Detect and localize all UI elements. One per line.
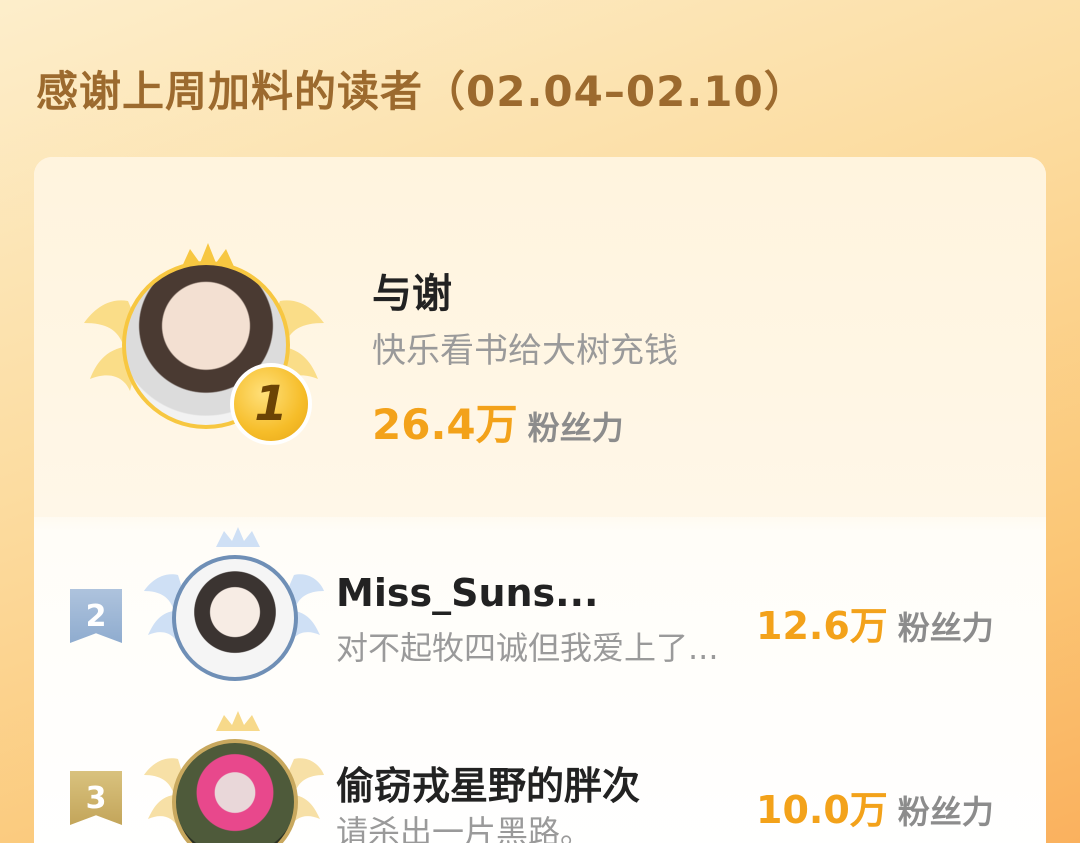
avatar-frame — [144, 711, 324, 843]
reader-row-3[interactable]: 3 偷窃戎星野的胖次 请杀出一片黑路。 10.0万 粉丝力 — [34, 711, 1046, 843]
reader-name[interactable]: Miss_Suns... — [336, 571, 598, 615]
avatar[interactable] — [172, 555, 298, 681]
silver-rank-badge-icon: 2 — [70, 589, 122, 643]
fan-power-unit: 粉丝力 — [897, 609, 994, 647]
fan-power-value: 10.0万 — [756, 788, 888, 832]
fan-power-score: 12.6万 粉丝力 — [756, 595, 994, 650]
reader-row-2[interactable]: 2 Miss_Suns... 对不起牧四诚但我爱上了... 12.6万 粉丝力 — [34, 527, 1046, 693]
bronze-rank-badge-icon: 3 — [70, 771, 122, 825]
leaderboard-panel: 1 与谢 快乐看书给大树充钱 26.4万 粉丝力 2 Miss_Suns... 对… — [34, 157, 1046, 843]
fan-power-value: 12.6万 — [756, 604, 888, 648]
fan-power-score: 10.0万 粉丝力 — [756, 779, 994, 834]
reader-name[interactable]: 偷窃戎星野的胖次 — [336, 755, 640, 810]
avatar-frame — [144, 527, 324, 697]
reader-name[interactable]: 与谢 — [372, 261, 452, 319]
reader-motto: 对不起牧四诚但我爱上了... — [336, 629, 719, 667]
top-reader-entry[interactable]: 1 与谢 快乐看书给大树充钱 26.4万 粉丝力 — [34, 157, 1046, 517]
page-title: 感谢上周加料的读者（02.04–02.10） — [36, 67, 807, 116]
gold-medal-icon: 1 — [230, 363, 312, 445]
crown-icon — [216, 711, 260, 731]
reader-motto: 请杀出一片黑路。 — [336, 813, 593, 843]
crown-icon — [216, 527, 260, 547]
fan-power-value: 26.4万 — [372, 400, 518, 449]
reader-motto: 快乐看书给大树充钱 — [372, 331, 678, 371]
leaderboard-page: 感谢上周加料的读者（02.04–02.10） 1 与谢 快乐看书给大树充钱 26… — [0, 0, 1080, 843]
fan-power-unit: 粉丝力 — [897, 793, 994, 831]
fan-power-score: 26.4万 粉丝力 — [372, 391, 624, 452]
fan-power-unit: 粉丝力 — [527, 409, 624, 447]
